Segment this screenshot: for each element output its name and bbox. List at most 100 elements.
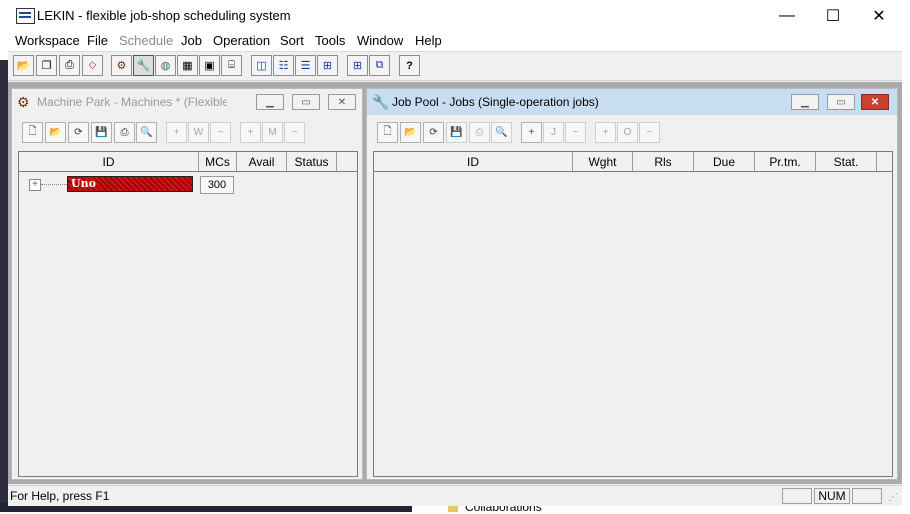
menu-bar: Workspace File Schedule Job Operation So… bbox=[8, 31, 902, 52]
table-row[interactable]: + Uno 300 bbox=[19, 172, 357, 196]
new-job-icon[interactable]: 🗋 bbox=[377, 122, 398, 143]
status-help-text: For Help, press F1 bbox=[10, 489, 110, 503]
new-machine-icon[interactable]: 🗋 bbox=[22, 122, 43, 143]
edit-workcenter-icon[interactable]: W bbox=[188, 122, 209, 143]
lekin-app-icon bbox=[16, 8, 35, 24]
gantt-rows-icon[interactable]: ☷ bbox=[273, 55, 294, 76]
col-due[interactable]: Due bbox=[694, 152, 755, 171]
main-toolbar: 📂 ❐ ⎙ ⬦ ⚙ 🔧 ◍ ▦ ▣ ⌸ ◫ ☷ ☰ ⊞ ⊞ ⧉ ? bbox=[8, 52, 902, 81]
edit-machine-icon[interactable]: M bbox=[262, 122, 283, 143]
edit-operation-icon[interactable]: O bbox=[617, 122, 638, 143]
menu-help[interactable]: Help bbox=[415, 33, 442, 48]
machine-grid-header: ID MCs Avail Status bbox=[19, 152, 357, 172]
save-icon[interactable]: 💾 bbox=[446, 122, 467, 143]
machine-park-icon: ⚙ bbox=[17, 94, 30, 110]
open-icon[interactable]: 📂 bbox=[400, 122, 421, 143]
tree-connector bbox=[41, 184, 67, 185]
machine-park-window: ⚙ Machine Park - Machines * (Flexible W.… bbox=[11, 88, 363, 480]
machine-park-titlebar[interactable]: ⚙ Machine Park - Machines * (Flexible W.… bbox=[12, 89, 362, 115]
status-bar: For Help, press F1 NUM ⋰ bbox=[8, 485, 902, 506]
remove-workcenter-icon[interactable]: − bbox=[210, 122, 231, 143]
col-prtm[interactable]: Pr.tm. bbox=[755, 152, 816, 171]
menu-schedule[interactable]: Schedule bbox=[119, 33, 173, 48]
machine-park-title: Machine Park - Machines * (Flexible W... bbox=[37, 95, 227, 109]
grid-icon[interactable]: ⊞ bbox=[347, 55, 368, 76]
open-workspace-icon[interactable]: 📂 bbox=[13, 55, 34, 76]
gantt-sort-icon[interactable]: ⊞ bbox=[317, 55, 338, 76]
diamond-arrows-icon[interactable]: ⬦ bbox=[82, 55, 103, 76]
load-icon[interactable]: ⟳ bbox=[68, 122, 89, 143]
col-avail[interactable]: Avail bbox=[237, 152, 287, 171]
sequence-icon[interactable]: ⌸ bbox=[221, 55, 242, 76]
menu-operation[interactable]: Operation bbox=[213, 33, 270, 48]
machine-park-minimize-button[interactable]: ▁ bbox=[256, 94, 284, 110]
machine-park-close-button[interactable]: ✕ bbox=[328, 94, 356, 110]
edit-job-icon[interactable]: J bbox=[543, 122, 564, 143]
open-icon[interactable]: 📂 bbox=[45, 122, 66, 143]
copy-icon[interactable]: ❐ bbox=[36, 55, 57, 76]
resize-grip[interactable]: ⋰ bbox=[888, 492, 898, 503]
add-operation-icon[interactable]: + bbox=[595, 122, 616, 143]
minimize-button[interactable]: — bbox=[764, 0, 810, 31]
expand-icon[interactable]: + bbox=[29, 179, 41, 191]
desktop-left-strip bbox=[0, 60, 8, 512]
job-pool-close-button[interactable]: ✕ bbox=[861, 94, 889, 110]
preview-icon[interactable]: 🔍 bbox=[136, 122, 157, 143]
close-button[interactable]: ✕ bbox=[856, 0, 902, 31]
window-title: LEKIN - flexible job-shop scheduling sys… bbox=[37, 8, 291, 23]
print-icon[interactable]: ⎙ bbox=[114, 122, 135, 143]
col-status[interactable]: Status bbox=[287, 152, 337, 171]
col-wght[interactable]: Wght bbox=[573, 152, 633, 171]
gantt-multi-icon[interactable]: ☰ bbox=[295, 55, 316, 76]
col-rls[interactable]: Rls bbox=[633, 152, 694, 171]
menu-job[interactable]: Job bbox=[181, 33, 202, 48]
lekin-window: LEKIN - flexible job-shop scheduling sys… bbox=[8, 0, 902, 506]
chart-icon[interactable]: ▣ bbox=[199, 55, 220, 76]
add-job-icon[interactable]: + bbox=[521, 122, 542, 143]
save-icon[interactable]: 💾 bbox=[91, 122, 112, 143]
status-scrl-pane bbox=[852, 488, 882, 504]
maximize-button[interactable]: ☐ bbox=[810, 0, 856, 31]
status-caps-pane bbox=[782, 488, 812, 504]
job-pool-window: 🔧 Job Pool - Jobs (Single-operation jobs… bbox=[366, 88, 898, 480]
add-machine-icon[interactable]: + bbox=[240, 122, 261, 143]
mdi-workspace: ⚙ Machine Park - Machines * (Flexible W.… bbox=[8, 82, 902, 484]
machine-grid[interactable]: ID MCs Avail Status + Uno 300 bbox=[18, 151, 358, 477]
preview-icon[interactable]: 🔍 bbox=[491, 122, 512, 143]
wrench-icon[interactable]: 🔧 bbox=[133, 55, 154, 76]
menu-window[interactable]: Window bbox=[357, 33, 403, 48]
col-id[interactable]: ID bbox=[374, 152, 573, 171]
title-bar: LEKIN - flexible job-shop scheduling sys… bbox=[8, 0, 902, 31]
status-num-pane: NUM bbox=[814, 488, 850, 504]
remove-machine-icon[interactable]: − bbox=[284, 122, 305, 143]
help-icon[interactable]: ? bbox=[399, 55, 420, 76]
job-pool-minimize-button[interactable]: ▁ bbox=[791, 94, 819, 110]
load-icon[interactable]: ⟳ bbox=[423, 122, 444, 143]
gantt-icon[interactable]: ◫ bbox=[251, 55, 272, 76]
remove-job-icon[interactable]: − bbox=[565, 122, 586, 143]
print-icon[interactable]: ⎙ bbox=[59, 55, 80, 76]
col-id[interactable]: ID bbox=[19, 152, 199, 171]
menu-sort[interactable]: Sort bbox=[280, 33, 304, 48]
globe-icon[interactable]: ◍ bbox=[155, 55, 176, 76]
remove-operation-icon[interactable]: − bbox=[639, 122, 660, 143]
workcenter-label[interactable]: Uno bbox=[67, 176, 193, 192]
desktop-right-strip bbox=[902, 70, 910, 160]
add-workcenter-icon[interactable]: + bbox=[166, 122, 187, 143]
windows-icon[interactable]: ⧉ bbox=[369, 55, 390, 76]
col-mcs[interactable]: MCs bbox=[199, 152, 237, 171]
job-pool-titlebar[interactable]: 🔧 Job Pool - Jobs (Single-operation jobs… bbox=[367, 89, 897, 115]
job-grid-header: ID Wght Rls Due Pr.tm. Stat. bbox=[374, 152, 892, 172]
workcenter-mcs: 300 bbox=[200, 176, 234, 194]
menu-workspace[interactable]: Workspace bbox=[15, 33, 80, 48]
machine-icon[interactable]: ⚙ bbox=[111, 55, 132, 76]
menu-tools[interactable]: Tools bbox=[315, 33, 345, 48]
job-grid[interactable]: ID Wght Rls Due Pr.tm. Stat. bbox=[373, 151, 893, 477]
gantt-chart-icon[interactable]: ▦ bbox=[177, 55, 198, 76]
machine-park-maximize-button[interactable]: ▭ bbox=[292, 94, 320, 110]
print-icon[interactable]: ⎙ bbox=[469, 122, 490, 143]
col-stat[interactable]: Stat. bbox=[816, 152, 877, 171]
menu-file[interactable]: File bbox=[87, 33, 108, 48]
job-pool-maximize-button[interactable]: ▭ bbox=[827, 94, 855, 110]
wrench-icon: 🔧 bbox=[372, 94, 390, 110]
